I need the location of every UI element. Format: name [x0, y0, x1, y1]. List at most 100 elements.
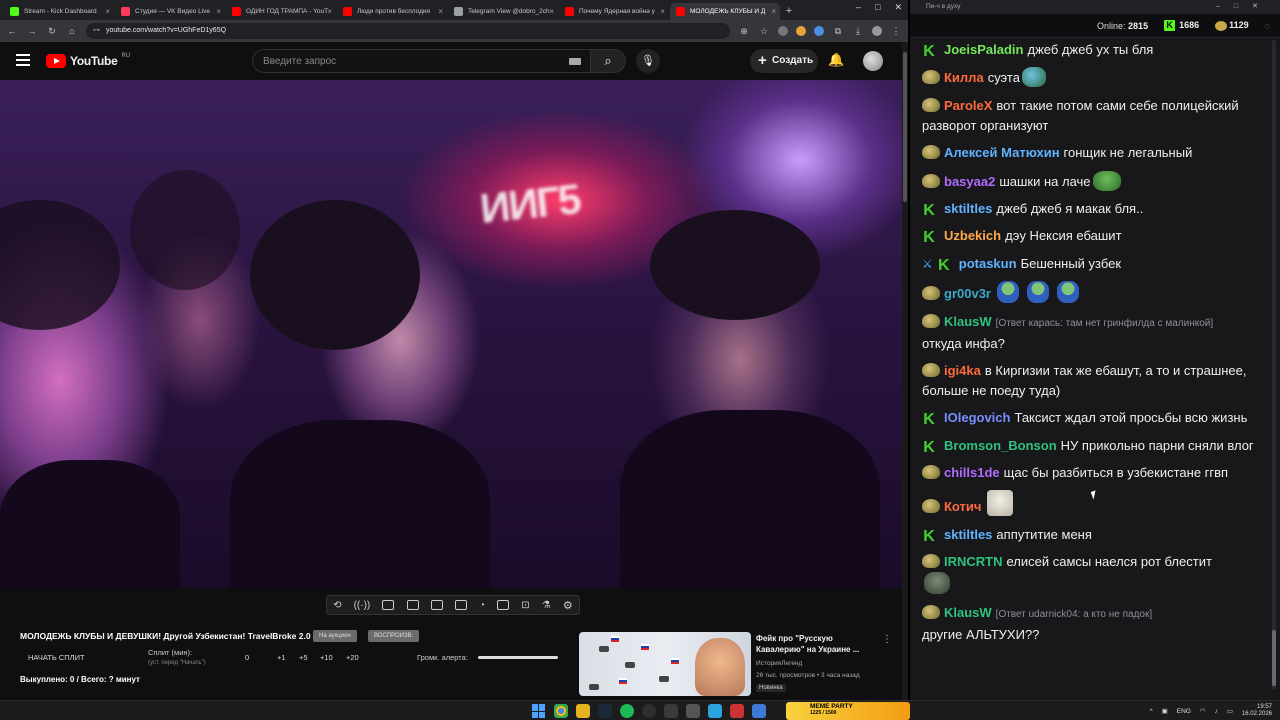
- chat-settings-icon[interactable]: ◌: [1265, 21, 1270, 31]
- home-icon[interactable]: ⌂: [66, 26, 78, 36]
- chat-username[interactable]: Алексей Матюхин: [944, 145, 1060, 160]
- new-tab-button[interactable]: +: [781, 3, 797, 20]
- chat-username[interactable]: igi4ka: [944, 363, 981, 378]
- chat-username[interactable]: Bromson_Bonson: [944, 438, 1057, 453]
- camera-icon[interactable]: ⊡: [521, 600, 529, 611]
- alert-volume-slider[interactable]: [478, 656, 558, 659]
- bookmark-icon[interactable]: ☆: [758, 26, 770, 37]
- screen-icon[interactable]: [382, 600, 395, 610]
- split-step-button[interactable]: +1: [277, 653, 286, 662]
- app-icon[interactable]: [686, 704, 700, 718]
- chat-username[interactable]: chills1de: [944, 465, 1000, 480]
- speed-icon[interactable]: ◔: [479, 600, 485, 611]
- chat-username[interactable]: ParoleX: [944, 98, 992, 113]
- flask-icon[interactable]: ⚗: [542, 600, 551, 611]
- profile-avatar[interactable]: [872, 26, 882, 36]
- app-icon[interactable]: [752, 704, 766, 718]
- reload-icon[interactable]: ↻: [46, 26, 58, 37]
- language-indicator[interactable]: ENG: [1177, 708, 1191, 715]
- telegram-icon[interactable]: [708, 704, 722, 718]
- explorer-icon[interactable]: [576, 704, 590, 718]
- close-tab-icon[interactable]: ×: [549, 3, 554, 20]
- spotify-icon[interactable]: [620, 704, 634, 718]
- battery-icon[interactable]: ▭: [1227, 707, 1233, 715]
- chat-username[interactable]: Котич: [944, 499, 981, 514]
- loop-icon[interactable]: ⟲: [333, 600, 341, 611]
- close-tab-icon[interactable]: ×: [216, 3, 221, 20]
- chat-username[interactable]: Килла: [944, 70, 984, 85]
- youtube-logo[interactable]: YouTube RU: [46, 53, 130, 68]
- browser-tab[interactable]: ОДИН ГОД ТРАМПА - YouT ×: [226, 3, 336, 20]
- search-input[interactable]: Введите запрос: [252, 49, 592, 73]
- chat-reply-context[interactable]: [Ответ карась: там нет гринфилда с малин…: [996, 318, 1213, 329]
- recommended-channel[interactable]: ИсторияЛегенд: [756, 660, 802, 667]
- minimize-button[interactable]: –: [856, 2, 861, 13]
- chat-username[interactable]: sktiltles: [944, 201, 992, 216]
- split-step-button[interactable]: 0: [245, 653, 249, 662]
- browser-tab[interactable]: Студия — VK Видео Live ×: [115, 3, 225, 20]
- search-button[interactable]: ⌕: [590, 49, 626, 73]
- film-icon[interactable]: [406, 600, 419, 610]
- close-tab-icon[interactable]: ×: [327, 3, 332, 20]
- maximize-button[interactable]: □: [875, 2, 880, 13]
- chat-username[interactable]: Uzbekich: [944, 228, 1001, 243]
- gear-icon[interactable]: ⚙: [563, 599, 573, 612]
- replay-pill[interactable]: ВОСПРОИЗВ.: [368, 630, 420, 642]
- close-tab-icon[interactable]: ×: [105, 3, 110, 20]
- avatar[interactable]: [863, 51, 883, 71]
- extension-icon[interactable]: [796, 26, 806, 36]
- recommended-title[interactable]: Фейк про "Русскую Кавалерию" на Украине …: [756, 633, 876, 655]
- create-button[interactable]: + Создать: [750, 49, 818, 73]
- cinema-icon[interactable]: [497, 600, 510, 610]
- chat-username[interactable]: IRNCRTN: [944, 554, 1003, 569]
- chat-username[interactable]: KlausW: [944, 314, 992, 329]
- steam-icon[interactable]: [598, 704, 612, 718]
- start-split-button[interactable]: НАЧАТЬ СПЛИТ: [28, 653, 85, 662]
- browser-tab[interactable]: МОЛОДЕЖЬ КЛУБЫ И Д ×: [670, 3, 780, 20]
- split-step-button[interactable]: +10: [320, 653, 333, 662]
- split-step-button[interactable]: +5: [299, 653, 308, 662]
- browser-tab[interactable]: Telegram View @dobro_2ch ×: [448, 3, 558, 20]
- broadcast-icon[interactable]: ((·)): [354, 600, 371, 611]
- close-tab-icon[interactable]: ×: [771, 3, 776, 20]
- tray-app-icon[interactable]: ▣: [1162, 707, 1168, 715]
- chrome-icon[interactable]: [554, 704, 568, 718]
- chat-window-controls[interactable]: –□✕: [1216, 0, 1272, 14]
- chat-reply-context[interactable]: [Ответ udarnick04: а кто не падок]: [996, 609, 1152, 620]
- chat-username[interactable]: potaskun: [959, 256, 1017, 271]
- clock[interactable]: 19:57 16.02.2026: [1242, 704, 1272, 718]
- close-tab-icon[interactable]: ×: [438, 3, 443, 20]
- chat-username[interactable]: IOlegovich: [944, 410, 1010, 425]
- forward-icon[interactable]: →: [26, 26, 38, 36]
- extension-icon[interactable]: [778, 26, 788, 36]
- volume-icon[interactable]: ♪: [1215, 708, 1218, 715]
- voice-search-button[interactable]: 🎙: [636, 49, 660, 73]
- close-tab-icon[interactable]: ×: [660, 3, 665, 20]
- chat-username[interactable]: KlausW: [944, 605, 992, 620]
- bell-icon[interactable]: 🔔: [828, 52, 844, 68]
- site-info-icon[interactable]: ⊶: [93, 23, 100, 39]
- auction-pill[interactable]: На аукцион: [313, 630, 357, 642]
- browser-tab[interactable]: Почему Ядерная война у ×: [559, 3, 669, 20]
- obs-icon[interactable]: [642, 704, 656, 718]
- recommended-thumbnail[interactable]: [579, 632, 751, 696]
- download-icon[interactable]: ⤓: [852, 26, 864, 37]
- browser-tab[interactable]: Люди против бесплодия ×: [337, 3, 447, 20]
- video-player[interactable]: ИИГ5: [0, 80, 902, 588]
- more-options-icon[interactable]: ⋮: [882, 634, 892, 645]
- extension-icon[interactable]: [814, 26, 824, 36]
- keyboard-icon[interactable]: [569, 58, 581, 65]
- chat-username[interactable]: basyaa2: [944, 174, 995, 189]
- app-icon[interactable]: [664, 704, 678, 718]
- meme-party-banner[interactable]: MEME PARTY 1225 / 1500: [786, 702, 910, 720]
- browser-menu-icon[interactable]: ⋮: [890, 26, 902, 37]
- zoom-icon[interactable]: ⊕: [738, 26, 750, 37]
- app-icon[interactable]: [730, 704, 744, 718]
- back-icon[interactable]: ←: [6, 26, 18, 36]
- split-step-button[interactable]: +20: [346, 653, 359, 662]
- url-field[interactable]: ⊶ youtube.com/watch?v=UGhFeD1y65Q: [86, 23, 730, 39]
- browser-tab[interactable]: Stream - Kick Dashboard ×: [4, 3, 114, 20]
- pip-icon[interactable]: [430, 600, 443, 610]
- chat-username[interactable]: gr00v3r: [944, 286, 991, 301]
- wifi-icon[interactable]: ◠: [1200, 707, 1206, 715]
